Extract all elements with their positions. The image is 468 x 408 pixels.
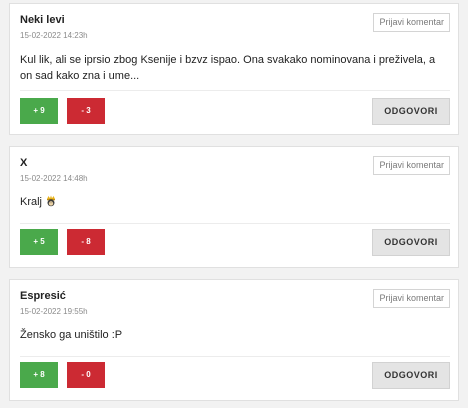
comment-date: 15-02-2022 14:23h	[20, 31, 88, 40]
reply-button[interactable]: ODGOVORI	[372, 98, 450, 125]
comment-author: Espresić	[20, 290, 66, 302]
report-comment-button[interactable]: Prijavi komentar	[373, 289, 450, 308]
comment-feed: Neki levi 15-02-2022 14:23h Prijavi kome…	[0, 0, 468, 408]
downvote-button[interactable]: - 3	[67, 98, 105, 124]
comment-date: 15-02-2022 19:55h	[20, 307, 88, 316]
comment-card: Espresić 15-02-2022 19:55h Prijavi komen…	[9, 279, 459, 401]
reply-button[interactable]: ODGOVORI	[372, 229, 450, 256]
upvote-button[interactable]: + 8	[20, 362, 58, 388]
divider	[20, 356, 450, 357]
comment-card: X 15-02-2022 14:48h Prijavi komentar Kra…	[9, 146, 459, 268]
upvote-button[interactable]: + 9	[20, 98, 58, 124]
comment-card: Neki levi 15-02-2022 14:23h Prijavi kome…	[9, 3, 459, 135]
divider	[20, 90, 450, 91]
divider	[20, 223, 450, 224]
crown-face-icon	[45, 195, 57, 207]
comment-text: Žensko ga uništilo :P	[20, 329, 123, 341]
comment-date: 15-02-2022 14:48h	[20, 174, 88, 183]
comment-text: Kralj	[20, 196, 43, 208]
comment-text-container: Kralj	[20, 194, 446, 210]
comment-text: Kul lik, ali se iprsio zbog Ksenije i bz…	[20, 54, 436, 82]
downvote-button[interactable]: - 0	[67, 362, 105, 388]
upvote-button[interactable]: + 5	[20, 229, 58, 255]
comment-author: X	[20, 157, 28, 169]
downvote-button[interactable]: - 8	[67, 229, 105, 255]
reply-button[interactable]: ODGOVORI	[372, 362, 450, 389]
report-comment-button[interactable]: Prijavi komentar	[373, 156, 450, 175]
comment-author: Neki levi	[20, 14, 65, 26]
report-comment-button[interactable]: Prijavi komentar	[373, 13, 450, 32]
